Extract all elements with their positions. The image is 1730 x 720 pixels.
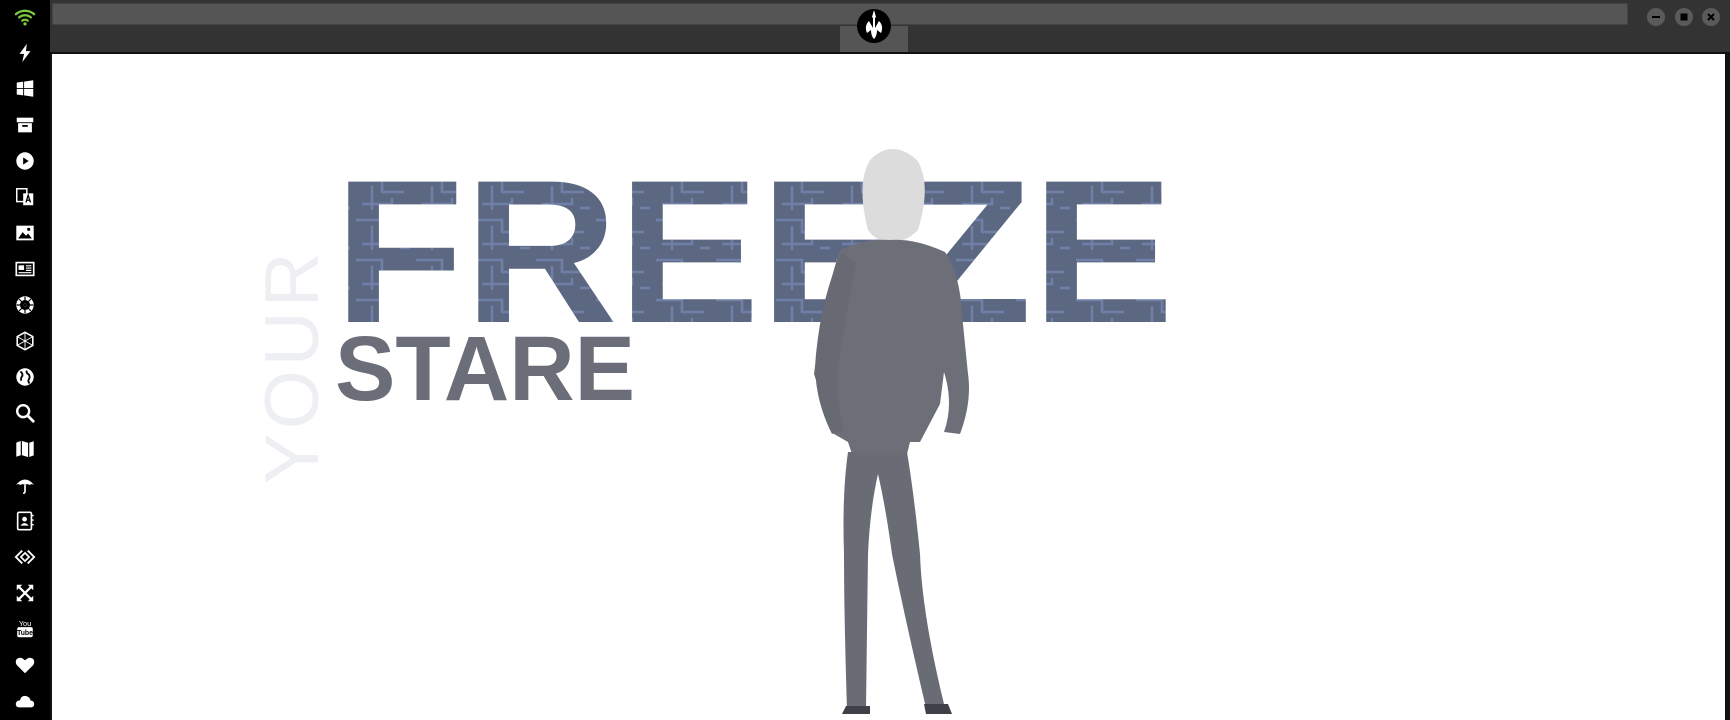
translate-icon[interactable] xyxy=(8,182,42,212)
fullscreen-icon[interactable] xyxy=(8,578,42,608)
code-diamond-icon[interactable] xyxy=(8,542,42,572)
sidebar: You Tube xyxy=(0,0,50,720)
maximize-button[interactable] xyxy=(1675,8,1693,26)
rebel-alliance-icon xyxy=(854,6,894,46)
umbrella-icon[interactable] xyxy=(8,470,42,500)
empire-icon[interactable] xyxy=(8,290,42,320)
cloud-icon[interactable] xyxy=(8,686,42,716)
lightning-icon[interactable] xyxy=(8,38,42,68)
archive-box-icon[interactable] xyxy=(8,110,42,140)
address-bar[interactable] xyxy=(52,3,1628,25)
headline-vertical: YOUR xyxy=(250,248,335,484)
image-icon[interactable] xyxy=(8,218,42,248)
search-icon[interactable] xyxy=(8,398,42,428)
newspaper-icon[interactable] xyxy=(8,254,42,284)
video-frame[interactable]: YOUR FREEZE STARE xyxy=(52,54,1725,720)
windows-icon[interactable] xyxy=(8,74,42,104)
minimize-button[interactable] xyxy=(1647,8,1665,26)
svg-text:You: You xyxy=(19,619,31,628)
svg-text:Tube: Tube xyxy=(17,630,33,637)
wifi-icon[interactable] xyxy=(8,2,42,32)
maximize-icon xyxy=(1680,13,1688,21)
headline-sub: STARE xyxy=(335,318,635,420)
close-button[interactable] xyxy=(1702,8,1720,26)
minimize-icon xyxy=(1652,16,1660,18)
map-icon[interactable] xyxy=(8,434,42,464)
hexagon-network-icon[interactable] xyxy=(8,326,42,356)
close-icon xyxy=(1707,13,1715,21)
contacts-icon[interactable] xyxy=(8,506,42,536)
play-icon[interactable] xyxy=(8,146,42,176)
youtube-icon[interactable]: You Tube xyxy=(8,614,42,644)
heart-icon[interactable] xyxy=(8,650,42,680)
globe-icon[interactable] xyxy=(8,362,42,392)
title-bar xyxy=(50,0,1730,52)
